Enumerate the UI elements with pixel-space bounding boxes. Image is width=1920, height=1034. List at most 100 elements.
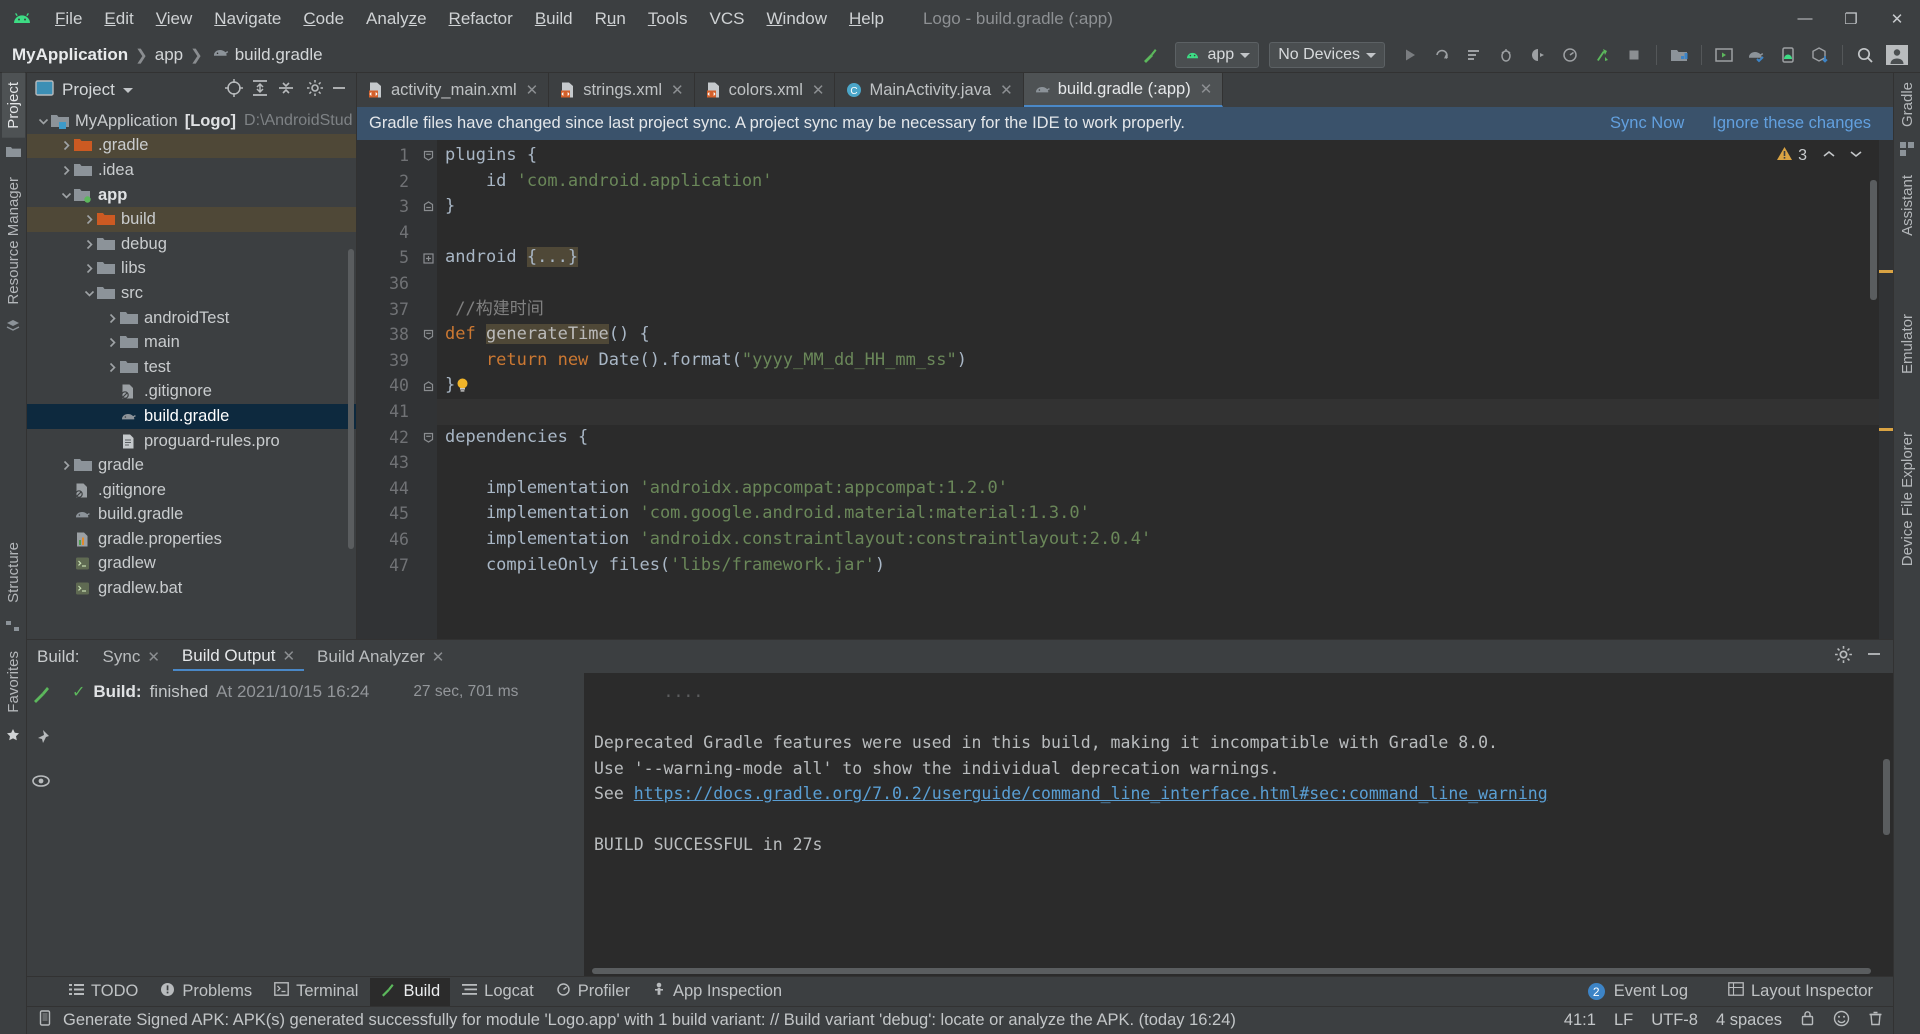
tree-expand-arrow[interactable] — [58, 190, 74, 201]
tree-expand-arrow[interactable] — [81, 214, 97, 225]
prev-warning-icon[interactable] — [1822, 147, 1836, 165]
maximize-button[interactable]: ❐ — [1828, 0, 1874, 37]
project-scrollbar[interactable] — [348, 249, 354, 549]
tree-node--gradle[interactable]: .gradle — [27, 133, 356, 159]
menu-tools[interactable]: Tools — [637, 7, 699, 31]
gradle-sync-icon[interactable] — [1741, 41, 1771, 69]
menu-analyze[interactable]: Analyze — [355, 7, 438, 31]
build-hammer-icon[interactable] — [30, 683, 52, 710]
code-line[interactable] — [437, 398, 1893, 425]
fold-marker[interactable] — [419, 143, 437, 169]
code-line[interactable] — [437, 220, 1893, 246]
run-button[interactable] — [1395, 41, 1425, 69]
sidebar-tab-structure[interactable]: Structure — [2, 533, 25, 612]
lock-icon[interactable] — [1800, 1010, 1815, 1031]
code-line[interactable]: implementation 'com.google.android.mater… — [437, 501, 1893, 527]
minimize-button[interactable]: — — [1782, 0, 1828, 37]
code-editor[interactable]: 1 2 3 4 5 36 37 38 39 40 41 42 43 44 45 46 47 plugins { … — [357, 140, 1893, 639]
editor-tab-mainactivity-java[interactable]: C MainActivity.java ✕ — [835, 73, 1024, 107]
sidebar-tab-favorites[interactable]: Favorites — [2, 642, 25, 722]
menu-build[interactable]: Build — [524, 7, 584, 31]
close-icon[interactable]: ✕ — [282, 647, 295, 665]
line-separator[interactable]: LF — [1614, 1011, 1633, 1030]
editor-tab-colors-xml[interactable]: colors.xml ✕ — [695, 73, 836, 107]
code-line[interactable]: dependencies { — [437, 425, 1893, 451]
run-configuration-combo[interactable]: app — [1175, 42, 1260, 68]
scroll-from-source-icon[interactable] — [224, 78, 244, 103]
attach-debugger-icon[interactable] — [1491, 41, 1521, 69]
close-icon[interactable]: ✕ — [1000, 81, 1013, 99]
breadcrumb-project[interactable]: MyApplication — [12, 45, 128, 65]
tab-build[interactable]: Build — [370, 977, 451, 1006]
menu-code[interactable]: Code — [292, 7, 355, 31]
tree-node-gradle[interactable]: gradle — [27, 453, 356, 478]
tree-expand-arrow[interactable] — [81, 288, 97, 299]
build-output-log[interactable]: .... Deprecated Gradle features were use… — [584, 673, 1893, 976]
settings-gear-icon[interactable] — [306, 79, 324, 102]
inspection-warning-badge[interactable]: 3 — [1776, 146, 1863, 166]
breadcrumb-file[interactable]: build.gradle — [235, 45, 323, 65]
hide-panel-icon[interactable] — [330, 79, 348, 102]
code-folding-column[interactable] — [419, 140, 437, 639]
code-line[interactable]: android {...} — [437, 245, 1893, 271]
tree-node--idea[interactable]: .idea — [27, 158, 356, 183]
close-icon[interactable]: ✕ — [147, 648, 160, 666]
settings-gear-icon[interactable] — [1834, 645, 1853, 669]
tree-expand-arrow[interactable] — [58, 165, 74, 176]
tab-event-log[interactable]: 2 Event Log — [1578, 978, 1698, 1005]
tree-expand-arrow[interactable] — [104, 313, 120, 324]
tree-node-libs[interactable]: libs — [27, 257, 356, 282]
sidebar-tab-project[interactable]: Project — [1, 73, 25, 138]
error-stripe-marker[interactable] — [1879, 140, 1893, 639]
device-manager-icon[interactable] — [1773, 41, 1803, 69]
sidebar-tab-assistant[interactable]: Assistant — [1896, 166, 1919, 245]
menu-window[interactable]: Window — [756, 7, 838, 31]
code-line[interactable]: id 'com.android.application' — [437, 169, 1893, 195]
sync-now-link[interactable]: Sync Now — [1610, 114, 1684, 133]
tab-problems[interactable]: Problems — [150, 978, 262, 1006]
close-icon[interactable]: ✕ — [1200, 80, 1213, 98]
sidebar-tab-device-file-explorer[interactable]: Device File Explorer — [1896, 423, 1919, 575]
log-horizontal-scrollbar[interactable] — [592, 968, 1871, 974]
code-line[interactable]: } — [437, 194, 1893, 220]
build-tab-sync[interactable]: Sync ✕ — [94, 644, 169, 670]
code-content[interactable]: plugins { id 'com.android.application'} a… — [437, 140, 1893, 639]
code-line[interactable]: return new Date().format("yyyy_MM_dd_HH_… — [437, 348, 1893, 374]
gradle-docs-link[interactable]: https://docs.gradle.org/7.0.2/userguide/… — [634, 784, 1548, 803]
code-line[interactable] — [437, 271, 1893, 297]
build-tab-build-output[interactable]: Build Output ✕ — [172, 643, 305, 671]
menu-edit[interactable]: Edit — [93, 7, 144, 31]
chevron-down-icon[interactable] — [122, 87, 133, 93]
breadcrumb-module[interactable]: app — [155, 45, 183, 65]
next-warning-icon[interactable] — [1849, 147, 1863, 165]
code-line[interactable]: //构建时间 — [437, 297, 1893, 323]
smiley-icon[interactable] — [1833, 1010, 1850, 1032]
code-line[interactable]: plugins { — [437, 143, 1893, 169]
menu-file[interactable]: File — [44, 7, 93, 31]
sidebar-tab-emulator[interactable]: Emulator — [1896, 305, 1919, 383]
search-everywhere-icon[interactable] — [1850, 41, 1880, 69]
tree-node-test[interactable]: test — [27, 355, 356, 380]
sdk-manager-icon[interactable] — [1664, 41, 1694, 69]
close-icon[interactable]: ✕ — [671, 81, 684, 99]
tree-expand-arrow[interactable] — [81, 239, 97, 250]
build-tab-build-analyzer[interactable]: Build Analyzer ✕ — [308, 644, 453, 670]
tree-node-app[interactable]: app — [27, 183, 356, 208]
tab-profiler[interactable]: Profiler — [546, 978, 640, 1005]
caret-position[interactable]: 41:1 — [1564, 1011, 1596, 1030]
tree-node--gitignore[interactable]: .gitignore — [27, 478, 356, 503]
code-line[interactable] — [437, 450, 1893, 476]
menu-view[interactable]: View — [145, 7, 204, 31]
sidebar-tab-gradle[interactable]: Gradle — [1896, 73, 1919, 136]
device-status-icon[interactable] — [37, 1010, 53, 1031]
editor-tab-activity-main-xml[interactable]: activity_main.xml ✕ — [357, 73, 550, 107]
avd-manager-icon[interactable] — [1709, 41, 1739, 69]
tree-expand-arrow[interactable] — [104, 362, 120, 373]
intention-bulb-icon[interactable] — [455, 375, 470, 395]
profile-icon[interactable] — [1523, 41, 1553, 69]
close-icon[interactable]: ✕ — [526, 81, 539, 99]
tab-logcat[interactable]: Logcat — [452, 978, 544, 1005]
build-result-tree[interactable]: ✓ Build: finished At 2021/10/15 16:24 27… — [54, 673, 584, 976]
make-project-icon[interactable] — [1135, 41, 1165, 69]
tab-todo[interactable]: TODO — [59, 978, 148, 1005]
